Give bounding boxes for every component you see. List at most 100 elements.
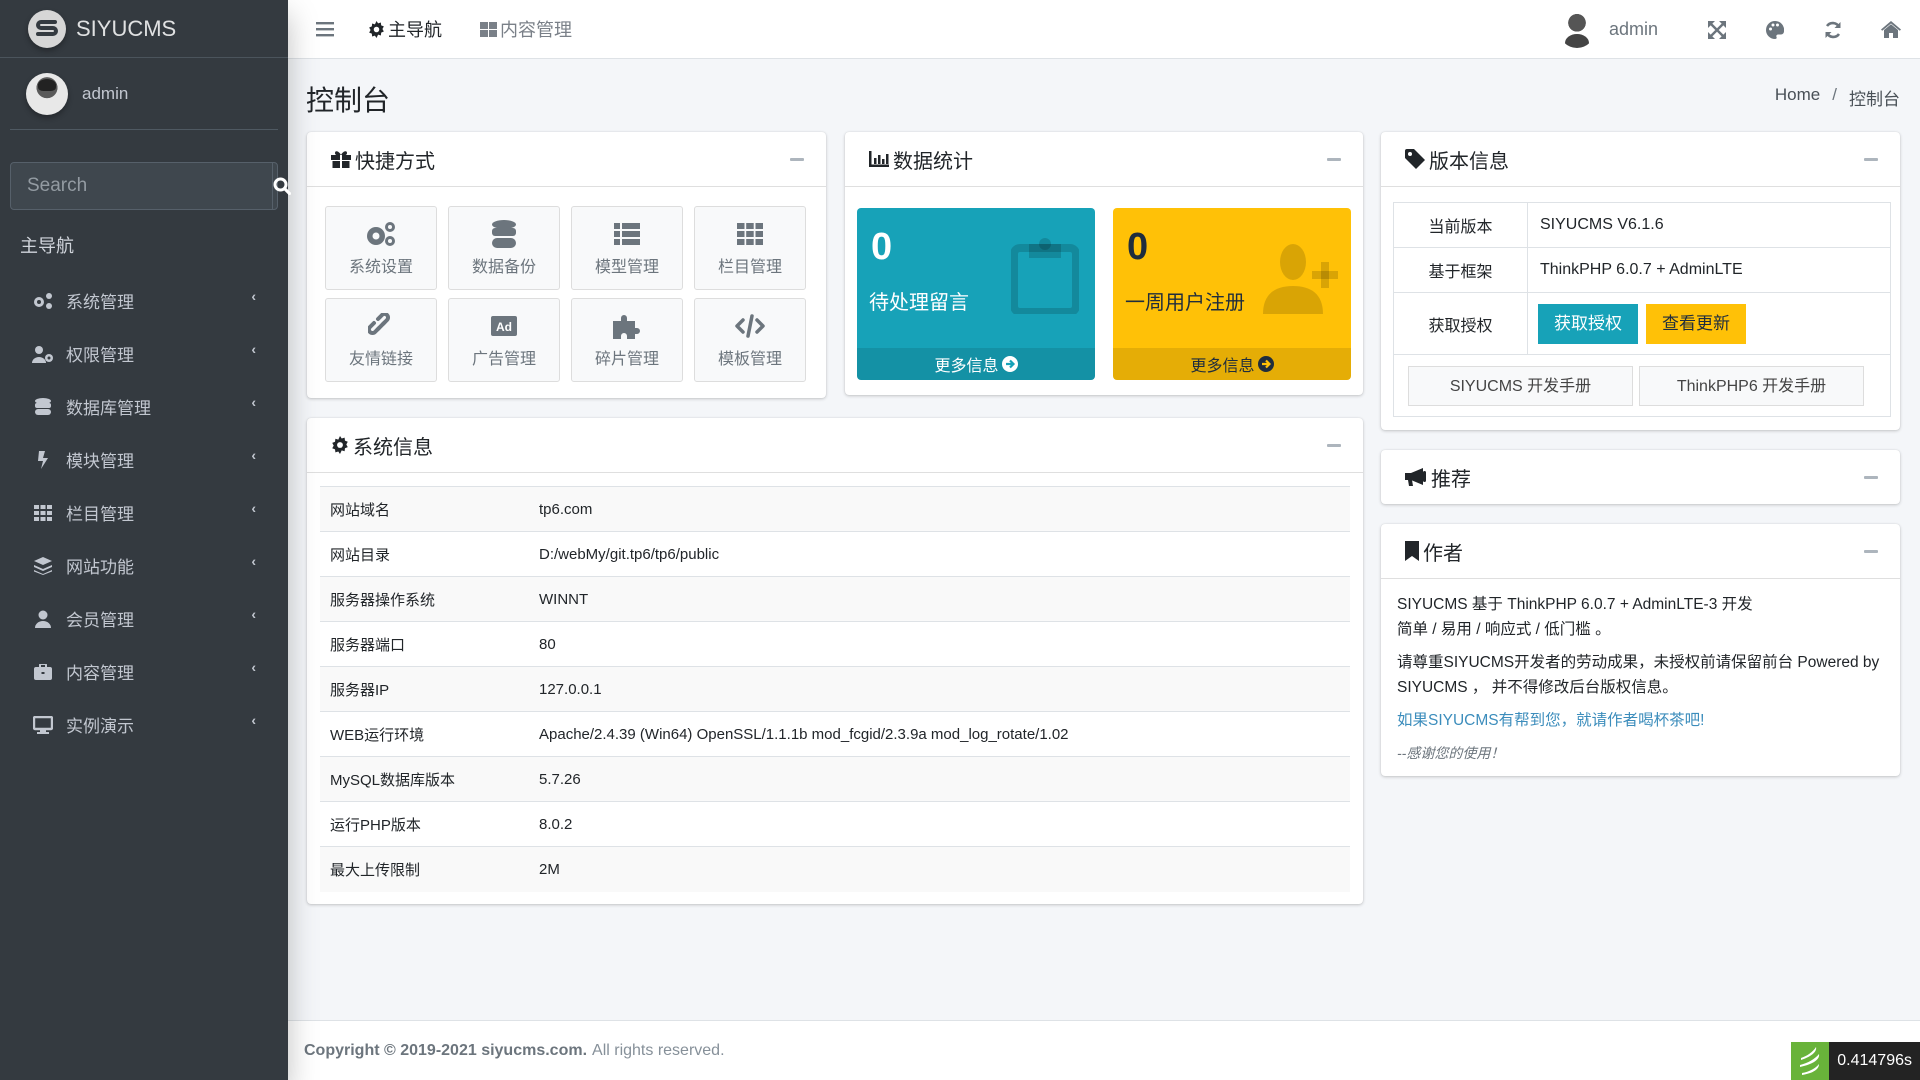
breadcrumb-separator: / (1832, 85, 1837, 104)
collapse-button[interactable] (1327, 444, 1341, 447)
search-button[interactable] (272, 163, 291, 209)
clipboard-icon (1011, 238, 1079, 314)
license-key: 获取授权 (1393, 292, 1528, 355)
sidebar-item-system[interactable]: 系统管理 ‹ (0, 274, 288, 327)
th-icon (32, 504, 54, 521)
sysinfo-value: tp6.com (539, 500, 593, 518)
collapse-button[interactable] (790, 158, 804, 161)
top-user-name[interactable]: admin (1609, 19, 1658, 40)
get-license-button[interactable]: 获取授权 (1538, 303, 1638, 344)
database-icon (32, 397, 54, 416)
cog-icon (369, 20, 384, 38)
sidebar-item-demo[interactable]: 实例演示 ‹ (0, 698, 288, 751)
collapse-button[interactable] (1864, 158, 1878, 161)
recommend-title: 推荐 (1431, 468, 1471, 491)
sidebar-item-label: 会员管理 (66, 611, 134, 630)
breadcrumb-home[interactable]: Home (1775, 85, 1820, 110)
sysinfo-key: 服务器操作系统 (330, 591, 436, 609)
top-nav-main[interactable]: 主导航 (368, 16, 442, 42)
shortcut-fragment-management[interactable]: 碎片管理 (571, 298, 683, 382)
collapse-button[interactable] (1864, 550, 1878, 553)
home-button[interactable] (1862, 21, 1920, 38)
table-row: 基于框架 ThinkPHP 6.0.7 + AdminLTE (1393, 247, 1891, 293)
chevron-left-icon: ‹ (251, 394, 256, 410)
sysinfo-key: 服务器端口 (330, 636, 406, 654)
author-card-header: 作者 (1381, 524, 1900, 579)
framework-key: 基于框架 (1393, 247, 1528, 293)
sidebar-item-columns[interactable]: 栏目管理 ‹ (0, 486, 288, 539)
top-user-avatar[interactable] (1558, 11, 1595, 48)
more-info-link[interactable]: 更多信息 (857, 348, 1095, 380)
author-title: 作者 (1423, 542, 1463, 565)
search-input[interactable] (11, 163, 272, 209)
sidebar-item-site-features[interactable]: 网站功能 ‹ (0, 539, 288, 592)
sidebar-item-database[interactable]: 数据库管理 ‹ (0, 380, 288, 433)
shortcut-template-management[interactable]: 模板管理 (694, 298, 806, 382)
th-large-icon (480, 21, 497, 37)
bullhorn-icon (1405, 468, 1427, 486)
shortcut-label: 栏目管理 (717, 259, 782, 276)
shortcut-friend-links[interactable]: 友情链接 (325, 298, 437, 382)
sysinfo-key: 运行PHP版本 (330, 816, 421, 834)
shortcut-system-settings[interactable]: 系统设置 (325, 206, 437, 290)
theme-button[interactable] (1746, 20, 1804, 39)
menu-toggle-button[interactable] (316, 21, 334, 37)
shortcut-ad-management[interactable]: Ad 广告管理 (448, 298, 560, 382)
sidebar-item-permissions[interactable]: 权限管理 ‹ (0, 327, 288, 380)
shortcut-label: 系统设置 (348, 259, 413, 276)
trace-widget[interactable]: 0.414796s (1791, 1042, 1920, 1080)
th-icon (737, 219, 763, 249)
author-notice: 请尊重SIYUCMS开发者的劳动成果，未授权前请保留前台 Powered by … (1397, 654, 1880, 696)
cog-icon (331, 436, 349, 454)
user-panel[interactable]: admin (10, 58, 278, 130)
sidebar-item-members[interactable]: 会员管理 ‹ (0, 592, 288, 645)
sysinfo-value: D:/webMy/git.tp6/tp6/public (539, 545, 720, 563)
docs-cell: SIYUCMS 开发手册 ThinkPHP6 开发手册 (1393, 354, 1891, 417)
bolt-icon (32, 450, 54, 469)
shortcut-label: 模板管理 (717, 351, 782, 368)
tag-icon (1405, 149, 1425, 169)
version-title: 版本信息 (1429, 150, 1509, 173)
sidebar-item-modules[interactable]: 模块管理 ‹ (0, 433, 288, 486)
sysinfo-card: 系统信息 网站域名 tp6.com 网站目录 D:/webMy/git.tp6/tp… (307, 418, 1363, 904)
top-nav-content[interactable]: 内容管理 (480, 16, 572, 42)
more-info-label: 更多信息 (934, 358, 999, 375)
shortcut-model-management[interactable]: 模型管理 (571, 206, 683, 290)
arrow-circle-right-icon (1257, 356, 1274, 372)
thinkphp6-manual-button[interactable]: ThinkPHP6 开发手册 (1639, 365, 1864, 406)
sidebar-item-label: 模块管理 (66, 452, 134, 471)
stat-value: 0 (871, 226, 893, 268)
top-nav-main-label: 主导航 (388, 20, 442, 40)
user-avatar (26, 72, 68, 115)
table-row: MySQL数据库版本 5.7.26 (320, 756, 1350, 802)
donate-link[interactable]: 如果SIYUCMS有帮到您，就请作者喝杯茶吧! (1397, 708, 1887, 733)
shortcut-data-backup[interactable]: 数据备份 (448, 206, 560, 290)
shortcuts-card-header: 快捷方式 (307, 132, 826, 187)
collapse-button[interactable] (1864, 476, 1878, 479)
sidebar-item-content[interactable]: 内容管理 ‹ (0, 645, 288, 698)
desktop-icon (32, 715, 54, 734)
table-row: 网站目录 D:/webMy/git.tp6/tp6/public (320, 531, 1350, 577)
ad-icon: Ad (491, 311, 517, 341)
top-nav-content-label: 内容管理 (500, 20, 572, 40)
more-info-label: 更多信息 (1190, 358, 1255, 375)
stats-card-header: 数据统计 (845, 132, 1363, 187)
author-card: 作者 SIYUCMS 基于 ThinkPHP 6.0.7 + AdminLTE-… (1381, 524, 1900, 776)
sysinfo-value: 8.0.2 (539, 815, 573, 833)
sidebar-item-label: 网站功能 (66, 558, 134, 577)
shortcut-grid: 系统设置 数据备份 模型管理 栏目管理 友情链接 Ad 广告管理 碎片管理 模板 (325, 206, 806, 382)
fullscreen-button[interactable] (1688, 20, 1746, 39)
svg-text:Ad: Ad (496, 320, 512, 334)
collapse-button[interactable] (1327, 158, 1341, 161)
bars-icon (316, 21, 334, 36)
shortcut-column-management[interactable]: 栏目管理 (694, 206, 806, 290)
refresh-button[interactable] (1804, 21, 1862, 39)
brand-link[interactable]: SIYUCMS (0, 0, 288, 58)
siyucms-manual-button[interactable]: SIYUCMS 开发手册 (1408, 365, 1633, 406)
check-update-button[interactable]: 查看更新 (1646, 303, 1746, 344)
user-name[interactable]: admin (82, 84, 128, 104)
sidebar-item-label: 数据库管理 (66, 399, 151, 418)
table-row: 最大上传限制 2M (320, 846, 1350, 892)
more-info-link[interactable]: 更多信息 (1113, 348, 1351, 380)
trace-time: 0.414796s (1829, 1042, 1920, 1080)
